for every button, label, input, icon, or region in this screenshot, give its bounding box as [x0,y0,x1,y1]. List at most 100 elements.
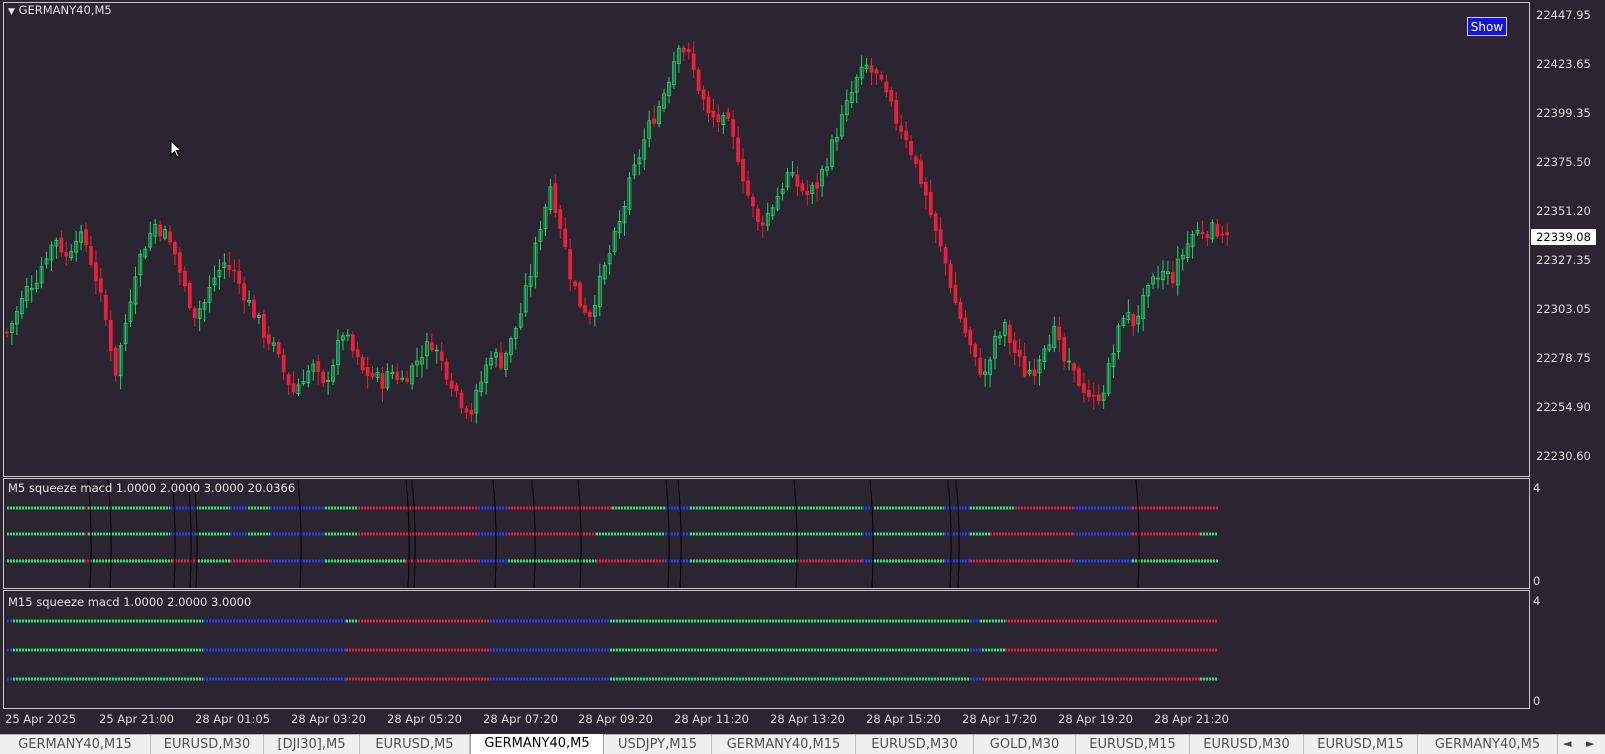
chart-tab[interactable]: EURUSD,M30 [1190,735,1304,754]
candle-body [558,209,563,229]
candle-body [1082,383,1086,394]
candle-body [177,252,182,273]
candle-body [439,351,444,361]
candle-body [444,361,449,380]
time-label: 28 Apr 13:20 [770,712,845,726]
candle-body [696,69,701,92]
candle-body [59,237,64,253]
candle-body [89,246,93,265]
candle-body [1072,363,1076,371]
chart-window[interactable]: ▼ GERMANY40,M5 Show 22447.95 22423.65 2239… [0,0,1605,734]
candle-body [795,174,800,187]
chart-tab[interactable]: GERMANY40,M5 [470,734,604,754]
candle-body [904,130,908,141]
m5-indicator-label: M5 squeeze macd 1.0000 2.0000 3.0000 20.… [8,481,296,495]
candle-body [563,228,568,248]
candle-body [583,305,587,313]
candle-body [726,112,731,119]
candle-body [953,284,958,304]
time-label: 28 Apr 15:20 [866,712,941,726]
candle-body [963,317,968,334]
time-label: 28 Apr 01:05 [195,712,270,726]
time-label: 28 Apr 03:20 [291,712,366,726]
candle-body [914,156,918,164]
candle-body [365,367,370,376]
chart-tab[interactable]: EURUSD,M30 [151,735,264,754]
price-label: 22399.35 [1536,106,1591,120]
chart-tab[interactable]: EURUSD,M5 [360,735,470,754]
price-label: 22278.75 [1536,351,1591,365]
candle-body [286,374,291,385]
candle-body [355,349,360,358]
tab-scroll-right-icon[interactable]: ► [1586,737,1594,750]
candle-body [64,252,69,257]
time-label: 28 Apr 05:20 [387,712,462,726]
candle-body [578,282,582,307]
price-chart[interactable] [0,0,1605,734]
candle-body [429,342,434,351]
chart-tab[interactable]: GERMANY40,M5 [1418,735,1558,754]
candle-body [1032,369,1037,376]
mouse-cursor-icon [170,140,182,158]
candle-body [1215,224,1220,237]
candle-body [1096,394,1101,402]
candle-body [928,191,933,216]
candle-body [1077,368,1081,386]
symbol-label[interactable]: ▼ GERMANY40,M5 [8,3,112,17]
show-button[interactable]: Show [1467,17,1507,36]
m15-axis-max: 4 [1533,594,1541,608]
candle-body [1012,340,1017,353]
candle-body [909,140,913,156]
chart-tab[interactable]: USDJPY,M15 [604,735,712,754]
candle-body [192,308,197,319]
time-label: 28 Apr 11:20 [674,712,749,726]
candle-body [173,242,177,255]
chart-tab[interactable]: GOLD,M30 [974,735,1076,754]
candle-body [370,373,375,377]
time-label: 28 Apr 21:20 [1154,712,1229,726]
candle-body [113,347,118,376]
candle-body [1091,394,1096,397]
candle-body [454,385,459,392]
candle-body [360,357,365,371]
chart-tab[interactable]: GERMANY40,M15 [0,735,151,754]
candle-body [499,352,503,369]
candle-body [158,224,163,237]
candle-body [227,264,232,270]
time-label: 28 Apr 07:20 [483,712,558,726]
candle-body [261,313,266,338]
chart-tab[interactable]: GERMANY40,M15 [712,735,856,754]
candle-body [464,408,469,413]
candle-body [919,160,923,185]
candle-body [751,196,755,207]
candle-body [108,319,113,352]
candle-body [973,343,978,358]
candle-body [281,354,286,373]
chart-tab[interactable]: [DJI30],M5 [264,735,360,754]
candle-body [242,283,247,301]
collapse-triangle-icon[interactable]: ▼ [8,7,15,17]
m5-axis-max: 4 [1533,481,1541,495]
candle-body [1086,389,1091,398]
candle-body [681,47,686,53]
chart-tab[interactable]: EURUSD,M15 [1304,735,1418,754]
candle-body [252,299,256,318]
candle-body [1057,326,1062,340]
candle-body [968,329,973,346]
price-label: 22447.95 [1536,8,1591,22]
candle-body [316,361,321,372]
candle-body [1170,272,1175,284]
m5-axis-min: 0 [1533,574,1541,588]
chart-tab[interactable]: EURUSD,M30 [856,735,974,754]
candle-body [405,377,410,382]
price-label: 22230.60 [1536,449,1591,463]
chart-tab[interactable]: EURUSD,M15 [1076,735,1190,754]
candle-body [869,65,874,73]
candle-body [469,409,474,415]
candle-body [459,392,464,409]
candle-body [94,262,98,282]
candle-body [805,191,810,196]
candle-body [800,183,805,192]
tab-scroll-left-icon[interactable]: ◄ [1563,737,1571,750]
candle-body [1220,233,1225,236]
